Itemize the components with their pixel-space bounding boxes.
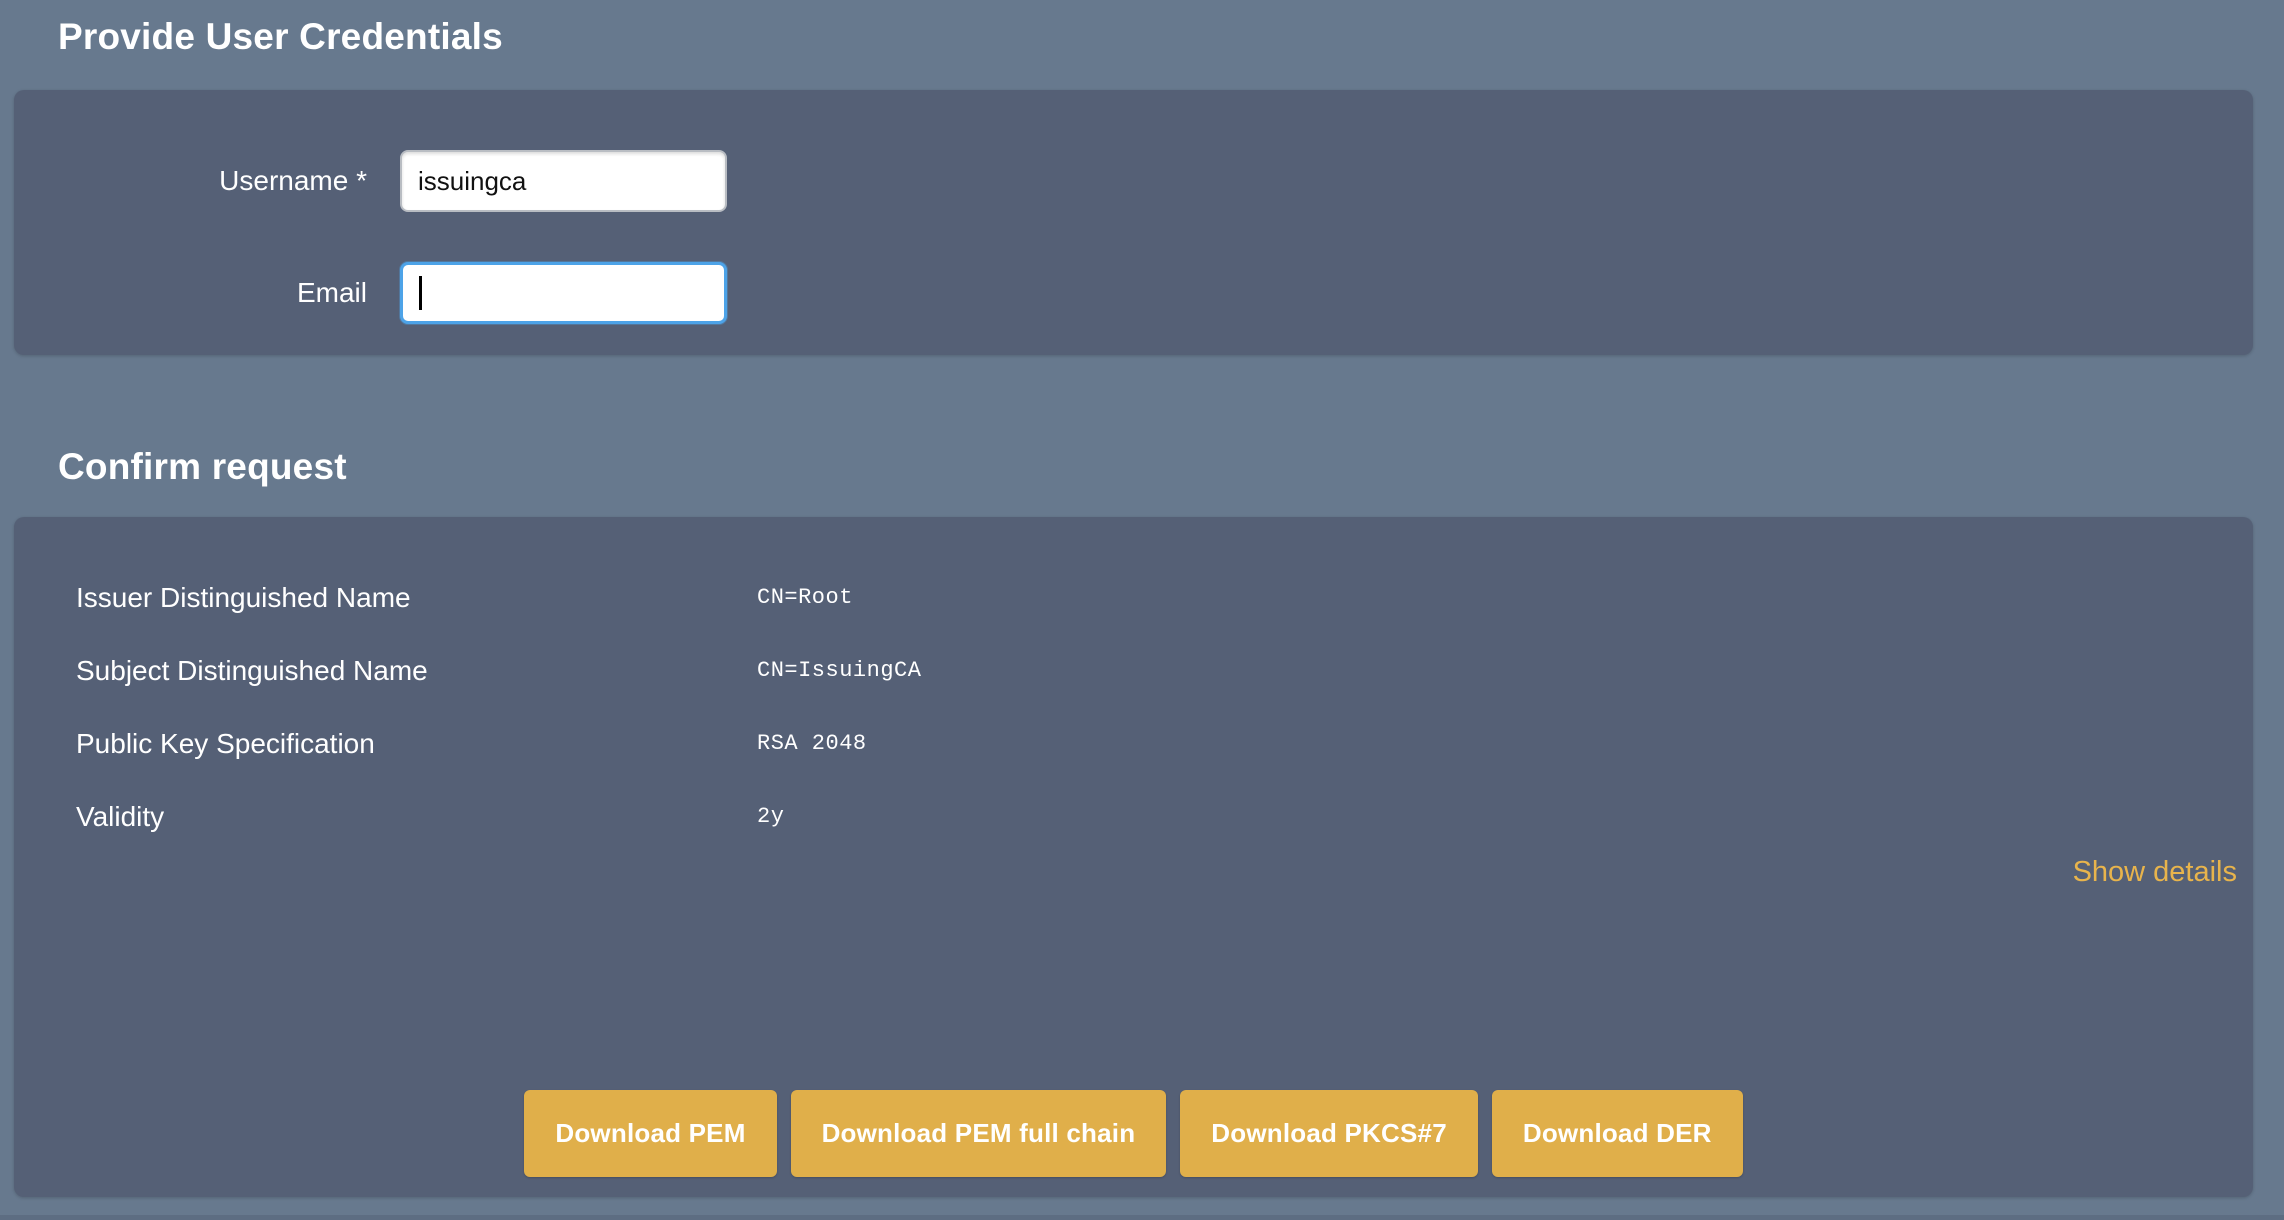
email-input-wrap	[400, 262, 727, 324]
detail-row-issuer-dn: Issuer Distinguished Name CN=Root	[14, 561, 2253, 634]
email-row: Email	[14, 262, 727, 324]
email-input[interactable]	[400, 262, 727, 324]
credentials-panel: Username * Email	[14, 90, 2253, 355]
detail-value: 2y	[757, 804, 784, 829]
text-caret	[419, 276, 422, 310]
email-label: Email	[14, 277, 367, 309]
username-input-wrap	[400, 150, 727, 212]
detail-value: CN=IssuingCA	[757, 658, 921, 683]
download-pem-full-chain-button[interactable]: Download PEM full chain	[791, 1090, 1167, 1177]
username-label: Username *	[14, 165, 367, 197]
request-details: Issuer Distinguished Name CN=Root Subjec…	[14, 561, 2253, 853]
detail-label: Validity	[14, 801, 757, 833]
download-pkcs7-button[interactable]: Download PKCS#7	[1180, 1090, 1478, 1177]
detail-label: Subject Distinguished Name	[14, 655, 757, 687]
credentials-section-title: Provide User Credentials	[58, 16, 503, 58]
username-input[interactable]	[400, 150, 727, 212]
detail-value: RSA 2048	[757, 731, 867, 756]
detail-row-public-key-spec: Public Key Specification RSA 2048	[14, 707, 2253, 780]
detail-row-subject-dn: Subject Distinguished Name CN=IssuingCA	[14, 634, 2253, 707]
detail-row-validity: Validity 2y	[14, 780, 2253, 853]
show-details-link[interactable]: Show details	[2073, 856, 2237, 889]
username-row: Username *	[14, 150, 727, 212]
detail-value: CN=Root	[757, 585, 853, 610]
detail-label: Public Key Specification	[14, 728, 757, 760]
download-button-row: Download PEM Download PEM full chain Dow…	[14, 1090, 2253, 1177]
confirm-panel: Issuer Distinguished Name CN=Root Subjec…	[14, 517, 2253, 1197]
download-der-button[interactable]: Download DER	[1492, 1090, 1743, 1177]
window-bottom-edge	[0, 1215, 2284, 1220]
confirm-section-title: Confirm request	[58, 446, 347, 488]
detail-label: Issuer Distinguished Name	[14, 582, 757, 614]
download-pem-button[interactable]: Download PEM	[524, 1090, 776, 1177]
